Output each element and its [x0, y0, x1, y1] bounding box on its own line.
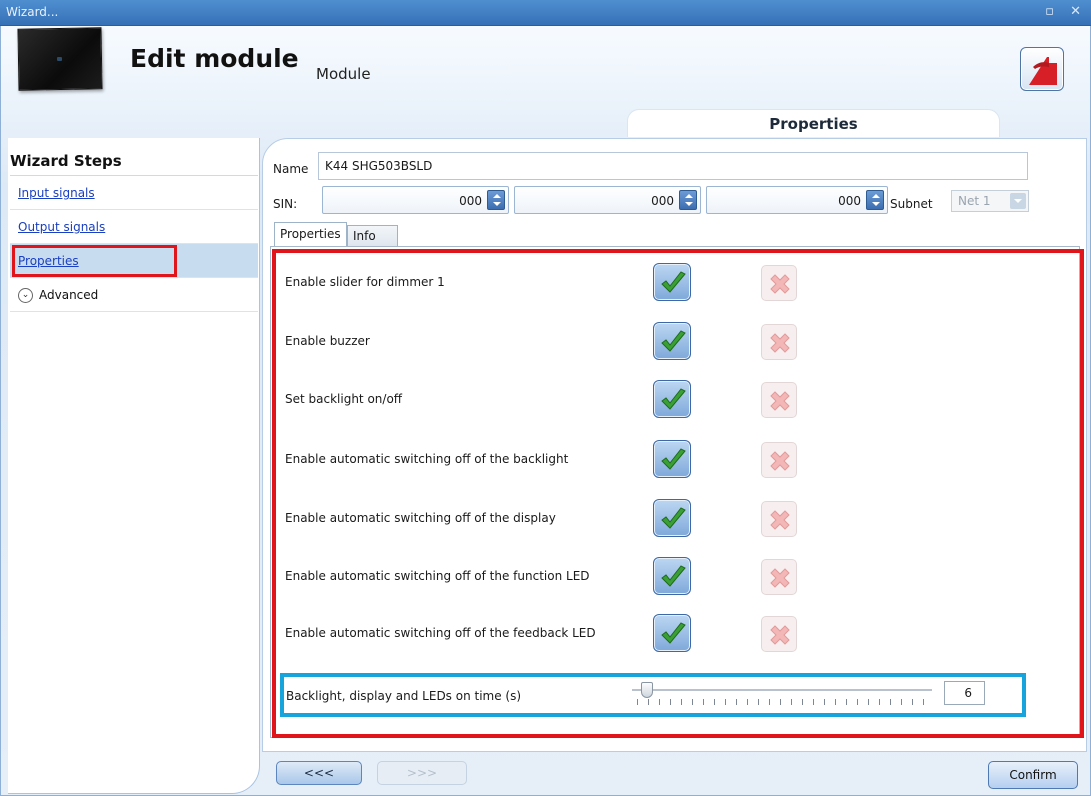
property-row: Enable automatic switching off of the di… [285, 499, 845, 539]
name-label: Name [273, 162, 309, 176]
property-row: Enable slider for dimmer 1 [285, 263, 845, 303]
property-label: Enable automatic switching off of the ba… [285, 452, 569, 466]
checkmark-icon [661, 507, 686, 529]
subnet-select-value: Net 1 [958, 194, 991, 208]
enable-no-button[interactable] [761, 382, 797, 418]
tab-properties-label: Properties [280, 227, 341, 241]
property-label: Set backlight on/off [285, 392, 403, 406]
on-time-slider-thumb[interactable] [641, 682, 653, 698]
enable-no-button[interactable] [761, 559, 797, 595]
enable-yes-button[interactable] [653, 380, 691, 418]
property-row: Set backlight on/off [285, 380, 845, 420]
checkmark-icon [661, 330, 686, 352]
sin-stepper-3[interactable]: 000 [706, 186, 888, 214]
on-time-value: 6 [964, 686, 972, 700]
enable-yes-button[interactable] [653, 440, 691, 478]
name-field-value: K44 SHG503BSLD [325, 159, 433, 173]
enable-yes-button[interactable] [653, 614, 691, 652]
enable-yes-button[interactable] [653, 322, 691, 360]
checkmark-icon [661, 565, 686, 587]
enable-yes-button[interactable] [653, 263, 691, 301]
on-time-value-field[interactable]: 6 [944, 681, 985, 705]
back-button-label: <<< [303, 766, 335, 780]
property-row: Enable automatic switching off of the ba… [285, 440, 845, 480]
wizard-steps-list: Input signals Output signals Properties … [10, 175, 258, 312]
tab-properties[interactable]: Properties [274, 222, 347, 246]
confirm-button[interactable]: Confirm [988, 761, 1078, 789]
property-row: Enable automatic switching off of the fe… [285, 614, 845, 654]
checkmark-icon [661, 622, 686, 644]
chevron-down-icon[interactable]: ⌄ [18, 288, 33, 303]
cross-icon [770, 568, 790, 588]
confirm-button-label: Confirm [1009, 768, 1057, 782]
cross-icon [770, 451, 790, 471]
property-label: Enable automatic switching off of the fe… [285, 626, 596, 640]
stepper-arrows-icon[interactable] [487, 190, 505, 210]
property-row: Enable buzzer [285, 322, 845, 362]
step-properties[interactable]: Properties [10, 244, 258, 278]
cross-icon [770, 333, 790, 353]
cross-icon [770, 274, 790, 294]
cross-icon [770, 510, 790, 530]
cross-icon [770, 625, 790, 645]
checkmark-icon [661, 271, 686, 293]
window-title: Wizard... [6, 5, 59, 19]
enable-no-button[interactable] [761, 442, 797, 478]
on-time-slider-ticks [637, 699, 927, 705]
tab-properties-header-label: Properties [769, 115, 858, 133]
window-controls[interactable]: ▫ ✕ [1045, 4, 1087, 19]
app-logo-icon [1029, 57, 1057, 85]
step-advanced-label: Advanced [39, 288, 99, 302]
sin-stepper-3-value: 000 [838, 194, 861, 208]
stepper-arrows-icon[interactable] [679, 190, 697, 210]
app-logo-button[interactable] [1020, 47, 1064, 91]
sin-stepper-1-value: 000 [459, 194, 482, 208]
subnet-label: Subnet [890, 197, 933, 211]
on-time-slider-track[interactable] [632, 689, 932, 691]
next-button[interactable]: >>> [377, 761, 467, 785]
window-titlebar: Wizard... ▫ ✕ [0, 0, 1091, 26]
property-label: Enable buzzer [285, 334, 370, 348]
property-label: Enable automatic switching off of the fu… [285, 569, 590, 583]
back-button[interactable]: <<< [276, 761, 362, 785]
property-label: Enable automatic switching off of the di… [285, 511, 556, 525]
tab-info[interactable]: Info [347, 225, 398, 246]
page-subtitle: Module [316, 65, 371, 83]
on-time-slider-label: Backlight, display and LEDs on time (s) [286, 689, 522, 703]
chevron-down-icon [1010, 193, 1026, 209]
enable-no-button[interactable] [761, 324, 797, 360]
sin-stepper-2[interactable]: 000 [514, 186, 701, 214]
step-output-signals-link[interactable]: Output signals [18, 220, 105, 234]
stepper-arrows-icon[interactable] [866, 190, 884, 210]
enable-yes-button[interactable] [653, 499, 691, 537]
subnet-select[interactable]: Net 1 [951, 190, 1029, 212]
step-input-signals-link[interactable]: Input signals [18, 186, 95, 200]
enable-no-button[interactable] [761, 501, 797, 537]
page-title: Edit module [130, 44, 299, 73]
sin-label: SIN: [273, 197, 298, 211]
wizard-steps-title: Wizard Steps [10, 152, 122, 170]
next-button-label: >>> [406, 766, 438, 780]
enable-yes-button[interactable] [653, 557, 691, 595]
step-properties-link[interactable]: Properties [18, 254, 79, 268]
module-device-image [17, 27, 103, 91]
step-output-signals[interactable]: Output signals [10, 210, 258, 244]
checkmark-icon [661, 448, 686, 470]
checkmark-icon [661, 388, 686, 410]
property-row: Enable automatic switching off of the fu… [285, 557, 845, 597]
cross-icon [770, 391, 790, 411]
step-advanced[interactable]: ⌄ Advanced [10, 278, 258, 312]
sin-stepper-2-value: 000 [651, 194, 674, 208]
enable-no-button[interactable] [761, 265, 797, 301]
tab-info-label: Info [353, 229, 376, 243]
sin-stepper-1[interactable]: 000 [322, 186, 509, 214]
step-input-signals[interactable]: Input signals [10, 176, 258, 210]
tab-properties-header: Properties [627, 109, 1000, 137]
property-label: Enable slider for dimmer 1 [285, 275, 445, 289]
enable-no-button[interactable] [761, 616, 797, 652]
name-field[interactable]: K44 SHG503BSLD [318, 152, 1028, 180]
